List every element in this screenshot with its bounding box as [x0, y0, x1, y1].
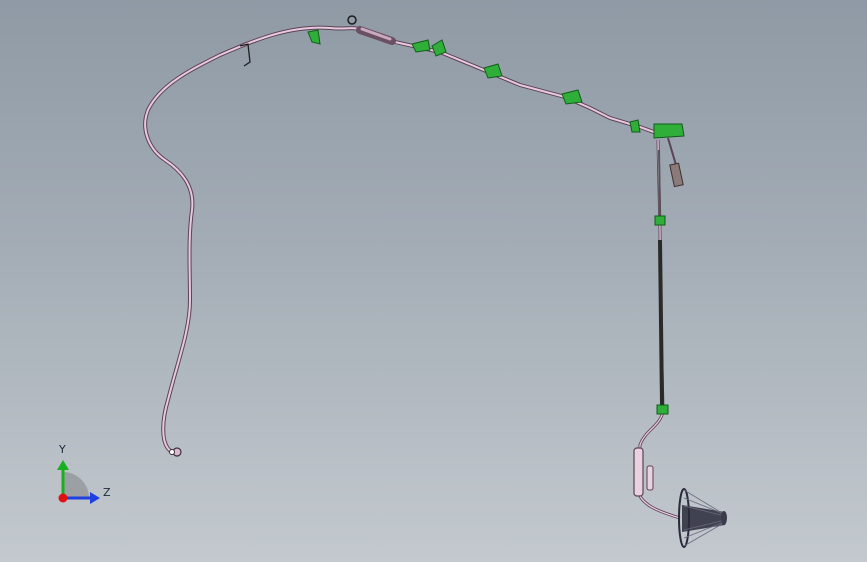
coordinate-triad: [57, 460, 100, 504]
clip-9: [656, 404, 669, 415]
z-arrowhead: [90, 492, 100, 504]
cable-fill: [144, 26, 663, 453]
side-connector: [669, 162, 684, 188]
y-axis-label: Y: [59, 443, 66, 456]
clip-4: [483, 63, 503, 79]
antenna-tip: [721, 511, 727, 525]
triad-shade: [63, 472, 89, 498]
clip-5: [561, 89, 583, 105]
end-connector-pin: [169, 449, 175, 455]
inline-connector: [646, 465, 654, 491]
antenna-base[interactable]: [678, 488, 727, 548]
harness-cable[interactable]: [143, 25, 684, 520]
clip-7: [653, 123, 685, 139]
cable-outline: [143, 25, 664, 454]
x-axis-origin: [58, 493, 68, 503]
z-axis-label: Z: [103, 486, 111, 499]
side-connector-lead: [667, 137, 677, 166]
clip-8: [654, 215, 666, 226]
conduit-upper: [658, 149, 661, 221]
clip-6: [629, 119, 641, 133]
graphics-viewport[interactable]: Y Z: [0, 0, 867, 562]
clip-top-connector: [347, 15, 357, 25]
harness-model-canvas[interactable]: [0, 0, 867, 562]
clip-1: [307, 29, 321, 45]
inline-fuse: [633, 447, 644, 497]
black-conduit: [658, 239, 664, 406]
clip-2: [411, 39, 431, 53]
y-arrowhead: [57, 460, 69, 470]
harness-clips[interactable]: [239, 15, 685, 415]
